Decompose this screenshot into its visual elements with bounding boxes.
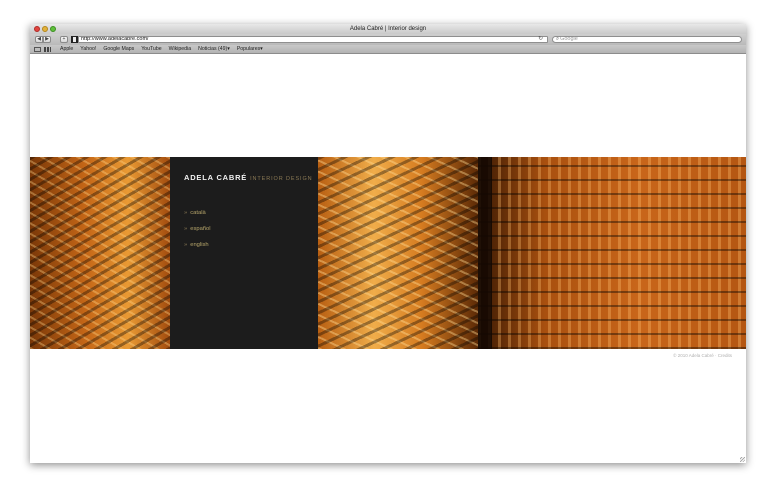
arrow-icon: » (184, 226, 188, 232)
reload-icon[interactable]: ↻ (538, 36, 543, 43)
bookmark-noticias-menu[interactable]: Noticias (49)▾ (198, 45, 230, 54)
brand-panel: ADELA CABRÉ INTERIOR DESIGN » català » espa… (170, 157, 318, 349)
arrow-icon: » (184, 210, 188, 216)
search-field[interactable]: ⌕Google (552, 36, 742, 43)
language-menu: » català » español » english (184, 209, 211, 257)
hero-banner: ADELA CABRÉ INTERIOR DESIGN » català » espa… (30, 157, 746, 349)
back-button[interactable]: ◀ (35, 36, 43, 43)
bookmark-google-maps[interactable]: Google Maps (103, 45, 134, 54)
language-link-catala[interactable]: » català (184, 209, 211, 225)
title-bar: Adela Cabré | Interior design (30, 24, 746, 34)
forward-button[interactable]: ▶ (43, 36, 51, 43)
bookmark-youtube[interactable]: YouTube (141, 45, 161, 54)
search-icon: ⌕ (556, 36, 560, 42)
window-title: Adela Cabré | Interior design (349, 26, 427, 32)
site-favicon-icon (71, 36, 78, 43)
bookmark-apple[interactable]: Apple (60, 45, 73, 54)
bookmarks-bar: Apple Yahoo! Google Maps YouTube Wikiped… (30, 45, 746, 54)
top-sites-icon[interactable] (44, 47, 51, 52)
bookmark-yahoo[interactable]: Yahoo! (80, 45, 96, 54)
search-placeholder: Google (560, 36, 578, 42)
language-link-english[interactable]: » english (184, 241, 211, 257)
wicker-photo-middle (318, 157, 478, 349)
reading-list-icon[interactable] (34, 47, 41, 52)
wicker-photo-left (30, 157, 170, 349)
page-content: ADELA CABRÉ INTERIOR DESIGN » català » espa… (30, 54, 746, 463)
language-label: español (190, 226, 211, 232)
address-bar[interactable]: http://www.adelacabre.com/ (78, 36, 548, 43)
browser-window: Adela Cabré | Interior design ◀ ▶ + http… (30, 24, 746, 463)
site-logo[interactable]: ADELA CABRÉ INTERIOR DESIGN (184, 173, 313, 184)
copyright-footer: © 2010 Adela Cabré · Credits (673, 353, 732, 358)
language-label: english (190, 242, 209, 248)
wicker-photo-right (478, 157, 746, 349)
brand-name: ADELA CABRÉ (184, 173, 248, 182)
arrow-icon: » (184, 242, 188, 248)
resize-grip-icon[interactable] (740, 457, 745, 462)
brand-tagline: INTERIOR DESIGN (250, 176, 313, 182)
bookmark-list: Apple Yahoo! Google Maps YouTube Wikiped… (60, 45, 263, 54)
browser-toolbar: ◀ ▶ + http://www.adelacabre.com/ ↻ ⌕Goog… (30, 34, 746, 45)
bookmark-wikipedia[interactable]: Wikipedia (169, 45, 192, 54)
bookmark-populares-menu[interactable]: Populares▾ (237, 45, 263, 54)
language-link-espanol[interactable]: » español (184, 225, 211, 241)
language-label: català (190, 210, 206, 216)
add-bookmark-button[interactable]: + (60, 36, 68, 43)
